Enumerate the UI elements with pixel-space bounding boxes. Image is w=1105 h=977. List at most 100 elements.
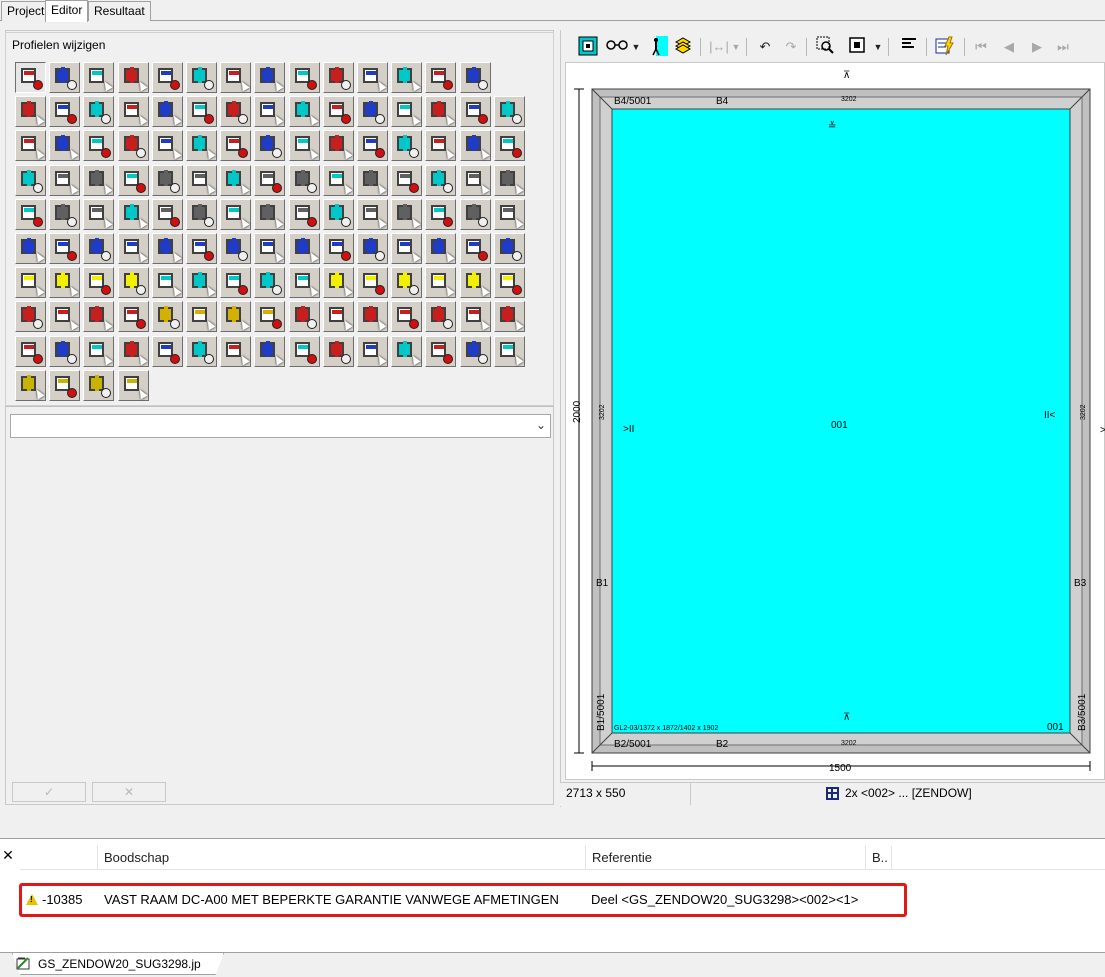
profile-tool-button[interactable]: [186, 233, 217, 264]
layers-icon[interactable]: [672, 36, 694, 58]
column-header-b[interactable]: B..: [866, 846, 892, 870]
profile-tool-button[interactable]: [289, 233, 320, 264]
profile-tool-button[interactable]: [15, 301, 46, 332]
profile-tool-button[interactable]: [254, 165, 285, 196]
profile-tool-button[interactable]: [460, 62, 491, 93]
profile-tool-button[interactable]: [15, 199, 46, 230]
profile-tool-button[interactable]: [220, 62, 251, 93]
profile-tool-button[interactable]: [254, 96, 285, 127]
profile-tool-button[interactable]: [391, 199, 422, 230]
column-header-code[interactable]: [20, 846, 98, 870]
profile-tool-button[interactable]: [425, 96, 456, 127]
last-icon[interactable]: ⏭: [1052, 36, 1074, 58]
profile-tool-button[interactable]: [15, 96, 46, 127]
profile-tool-button[interactable]: [220, 233, 251, 264]
align-icon[interactable]: [898, 36, 920, 58]
profile-tool-button[interactable]: [494, 233, 525, 264]
drawing-canvas[interactable]: 2000 1500 B4/5001 B4 3202 B2/5001 B2 320…: [565, 62, 1105, 780]
profile-tool-button[interactable]: [152, 96, 183, 127]
profile-tool-button[interactable]: [118, 62, 149, 93]
profile-tool-button[interactable]: [391, 165, 422, 196]
profile-tool-button[interactable]: [323, 130, 354, 161]
column-header-boodschap[interactable]: Boodschap: [98, 846, 586, 870]
profile-tool-button[interactable]: [425, 62, 456, 93]
profile-tool-button[interactable]: [357, 130, 388, 161]
profile-tool-button[interactable]: [152, 62, 183, 93]
profile-tool-button[interactable]: [186, 130, 217, 161]
profile-tool-button[interactable]: [425, 267, 456, 298]
profile-tool-button[interactable]: [220, 301, 251, 332]
profile-tool-button[interactable]: [152, 233, 183, 264]
tab-resultaat[interactable]: Resultaat: [88, 1, 151, 21]
profile-tool-button[interactable]: [49, 301, 80, 332]
profile-tool-button[interactable]: [118, 267, 149, 298]
profile-tool-button[interactable]: [289, 165, 320, 196]
profile-tool-button[interactable]: [460, 130, 491, 161]
profile-tool-button[interactable]: [152, 336, 183, 367]
profile-tool-button[interactable]: [357, 233, 388, 264]
profile-tool-button[interactable]: [83, 267, 114, 298]
profile-tool-button[interactable]: [357, 199, 388, 230]
profile-tool-button[interactable]: [220, 336, 251, 367]
zoom-icon[interactable]: [814, 36, 836, 58]
undo-icon[interactable]: ↶: [754, 36, 776, 58]
profile-tool-button[interactable]: [254, 130, 285, 161]
profile-tool-button[interactable]: [357, 96, 388, 127]
profile-tool-button[interactable]: [186, 96, 217, 127]
profile-tool-button[interactable]: [152, 199, 183, 230]
profile-tool-button[interactable]: [15, 233, 46, 264]
profile-tool-button[interactable]: [494, 96, 525, 127]
profile-tool-button[interactable]: [460, 165, 491, 196]
apply-button[interactable]: ✓: [12, 782, 86, 802]
profile-tool-button[interactable]: [83, 165, 114, 196]
profile-tool-button[interactable]: [460, 233, 491, 264]
profile-tool-button[interactable]: [289, 267, 320, 298]
profile-tool-button[interactable]: [118, 130, 149, 161]
profile-tool-button[interactable]: [254, 301, 285, 332]
profile-tool-button[interactable]: [391, 301, 422, 332]
profile-tool-button[interactable]: [425, 199, 456, 230]
profile-tool-button[interactable]: [152, 130, 183, 161]
next-icon[interactable]: ▶: [1026, 36, 1048, 58]
profile-tool-button[interactable]: [460, 336, 491, 367]
profile-tool-button[interactable]: [118, 336, 149, 367]
profile-tool-button[interactable]: [357, 165, 388, 196]
tab-project[interactable]: Project: [1, 1, 51, 21]
profile-tool-button[interactable]: [15, 130, 46, 161]
profile-tool-button[interactable]: [49, 370, 80, 401]
profile-tool-button[interactable]: [186, 199, 217, 230]
profile-tool-button[interactable]: [323, 165, 354, 196]
profile-tool-button[interactable]: [289, 130, 320, 161]
profile-tool-button[interactable]: [15, 165, 46, 196]
profile-tool-button[interactable]: [49, 96, 80, 127]
profile-tool-button[interactable]: [391, 96, 422, 127]
profile-tool-button[interactable]: [323, 96, 354, 127]
cancel-button[interactable]: ✕: [92, 782, 166, 802]
profile-tool-button[interactable]: [83, 130, 114, 161]
center-icon[interactable]: [846, 36, 868, 58]
profile-tool-button[interactable]: [289, 301, 320, 332]
profile-tool-button[interactable]: [323, 199, 354, 230]
check-lightning-icon[interactable]: [934, 36, 956, 58]
profile-tool-button[interactable]: [186, 301, 217, 332]
profile-tool-button[interactable]: [357, 267, 388, 298]
profile-tool-button[interactable]: [186, 267, 217, 298]
frame-icon[interactable]: [577, 36, 599, 58]
profile-tool-button[interactable]: [254, 62, 285, 93]
profile-tool-button[interactable]: [15, 267, 46, 298]
first-icon[interactable]: ⏮: [970, 36, 992, 58]
profile-tool-button[interactable]: [220, 199, 251, 230]
profile-tool-button[interactable]: [118, 233, 149, 264]
profile-tool-button[interactable]: [391, 130, 422, 161]
profile-tool-button[interactable]: [15, 370, 46, 401]
profile-tool-button[interactable]: [425, 130, 456, 161]
person-icon[interactable]: [648, 36, 670, 58]
profile-tool-button[interactable]: [83, 233, 114, 264]
column-header-referentie[interactable]: Referentie: [586, 846, 866, 870]
profile-tool-button[interactable]: [289, 199, 320, 230]
profile-tool-button[interactable]: [83, 96, 114, 127]
profile-tool-button[interactable]: [118, 370, 149, 401]
tab-editor[interactable]: Editor: [45, 0, 89, 22]
profile-tool-button[interactable]: [220, 165, 251, 196]
dropdown-arrow-icon[interactable]: ▼: [630, 36, 642, 58]
